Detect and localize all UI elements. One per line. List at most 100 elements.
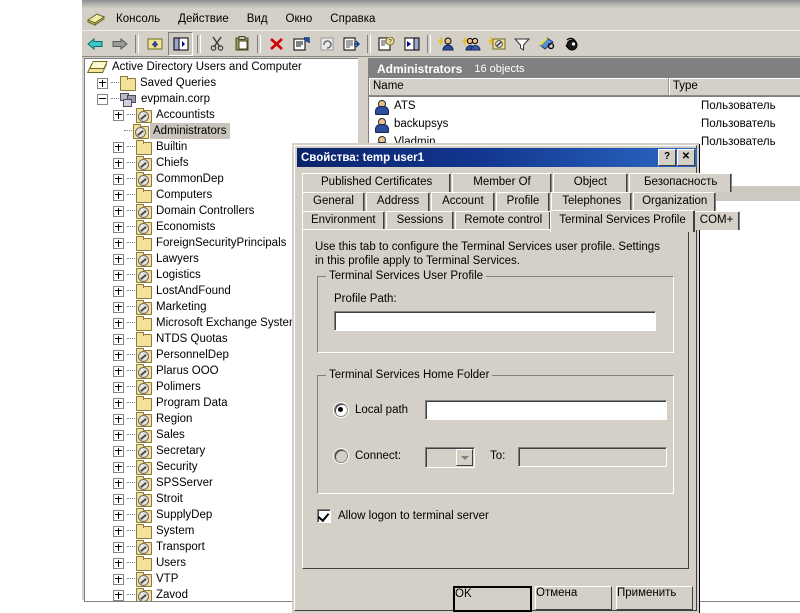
run-icon[interactable] — [400, 33, 423, 55]
expand-icon[interactable] — [113, 350, 124, 361]
expand-icon[interactable] — [113, 366, 124, 377]
table-row[interactable]: backupsysПользователь — [369, 115, 800, 133]
allow-logon-row[interactable]: Allow logon to terminal server — [317, 509, 489, 523]
menu-help[interactable]: Справка — [321, 11, 384, 27]
tab-published-certificates[interactable]: Published Certificates — [302, 173, 451, 192]
expand-icon[interactable] — [113, 382, 124, 393]
expand-icon[interactable] — [113, 158, 124, 169]
table-row[interactable]: ATSПользователь — [369, 97, 800, 115]
collapse-icon[interactable] — [97, 94, 108, 105]
expand-icon[interactable] — [113, 542, 124, 553]
filter-icon[interactable] — [510, 33, 533, 55]
new-group-icon[interactable] — [460, 33, 483, 55]
new-user-icon[interactable] — [435, 33, 458, 55]
expand-icon[interactable] — [113, 462, 124, 473]
menu-action[interactable]: Действие — [169, 11, 238, 27]
menu-window[interactable]: Окно — [277, 11, 322, 27]
column-header-name[interactable]: Name — [369, 78, 669, 96]
chevron-down-icon[interactable] — [456, 449, 473, 466]
expand-icon[interactable] — [97, 78, 108, 89]
connect-radio[interactable] — [334, 449, 348, 463]
expand-icon[interactable] — [113, 334, 124, 345]
delete-icon[interactable] — [265, 33, 288, 55]
column-header-type[interactable]: Type — [669, 78, 800, 96]
expand-icon[interactable] — [113, 174, 124, 185]
expand-icon[interactable] — [113, 526, 124, 537]
tab-account[interactable]: Account — [431, 192, 495, 211]
tree-item-administrators[interactable]: Administrators — [85, 123, 358, 139]
expand-icon[interactable] — [113, 398, 124, 409]
export-list-icon[interactable] — [340, 33, 363, 55]
properties-icon[interactable] — [290, 33, 313, 55]
close-button[interactable]: ✕ — [677, 149, 695, 166]
expand-icon[interactable] — [113, 494, 124, 505]
connect-radio-row[interactable]: Connect: — [334, 449, 401, 463]
local-path-input[interactable] — [425, 400, 667, 420]
local-path-radio[interactable] — [334, 403, 348, 417]
expand-icon[interactable] — [113, 558, 124, 569]
expand-icon[interactable] — [113, 574, 124, 585]
cancel-button[interactable]: Отмена — [535, 586, 612, 610]
expand-icon[interactable] — [113, 446, 124, 457]
expand-icon[interactable] — [113, 190, 124, 201]
paste-icon[interactable] — [230, 33, 253, 55]
expand-icon[interactable] — [113, 302, 124, 313]
expand-icon[interactable] — [113, 206, 124, 217]
show-hide-tree-icon[interactable] — [168, 32, 193, 56]
expand-icon[interactable] — [113, 254, 124, 265]
tab-com-plus[interactable]: COM+ — [693, 211, 741, 230]
tree-connector — [127, 290, 135, 292]
tree-item-label: VTP — [153, 571, 181, 587]
expand-icon[interactable] — [113, 142, 124, 153]
tab-member-of[interactable]: Member Of — [452, 173, 552, 192]
tab-remote-control[interactable]: Remote control — [455, 211, 551, 230]
menu-console[interactable]: Консоль — [107, 11, 169, 27]
expand-icon[interactable] — [113, 270, 124, 281]
saved-query-icon[interactable] — [560, 33, 583, 55]
expand-icon[interactable] — [113, 414, 124, 425]
tab-profile[interactable]: Profile — [496, 192, 551, 211]
tab-sessions[interactable]: Sessions — [386, 211, 455, 230]
tree-item-accountists[interactable]: Accountists — [85, 107, 358, 123]
back-icon[interactable] — [83, 33, 106, 55]
expand-icon[interactable] — [113, 478, 124, 489]
apply-button[interactable]: Применить — [616, 586, 693, 610]
dialog-title-bar[interactable]: Свойства: temp user1 ? ✕ — [297, 148, 697, 167]
ok-button[interactable]: OK — [453, 586, 532, 612]
tree-item-evpmain-corp[interactable]: evpmain.corp — [85, 91, 358, 107]
expand-icon[interactable] — [113, 510, 124, 521]
profile-path-input[interactable] — [334, 311, 656, 331]
tree-root-node[interactable]: Active Directory Users and Computer — [85, 59, 358, 75]
new-ou-icon[interactable] — [485, 33, 508, 55]
expand-icon[interactable] — [113, 318, 124, 329]
up-one-level-icon[interactable] — [143, 33, 166, 55]
expand-icon[interactable] — [113, 590, 124, 601]
refresh-icon[interactable] — [315, 33, 338, 55]
expand-icon[interactable] — [113, 430, 124, 441]
tab-telephones[interactable]: Telephones — [551, 192, 632, 211]
expand-icon[interactable] — [113, 222, 124, 233]
cut-icon[interactable] — [205, 33, 228, 55]
tab-address[interactable]: Address — [366, 192, 430, 211]
tab-terminal-services-profile[interactable]: Terminal Services Profile — [550, 210, 695, 232]
connect-drive-select[interactable] — [425, 447, 475, 468]
find-icon[interactable] — [535, 33, 558, 55]
tab-organization[interactable]: Organization — [633, 192, 716, 211]
menu-view[interactable]: Вид — [238, 11, 277, 27]
expand-icon[interactable] — [113, 110, 124, 121]
expand-icon[interactable] — [113, 286, 124, 297]
local-path-radio-row[interactable]: Local path — [334, 403, 408, 417]
tab-environment[interactable]: Environment — [302, 211, 385, 230]
allow-logon-checkbox[interactable] — [317, 509, 331, 523]
tab-general[interactable]: General — [302, 192, 365, 211]
help-icon[interactable]: ? — [375, 33, 398, 55]
expand-icon[interactable] — [113, 238, 124, 249]
help-button[interactable]: ? — [658, 149, 676, 166]
tab-security[interactable]: Безопасность — [629, 173, 732, 192]
folder-icon — [135, 556, 151, 570]
tab-object[interactable]: Object — [553, 173, 628, 192]
folder-icon — [135, 188, 151, 202]
connect-to-input[interactable] — [518, 447, 667, 467]
forward-icon[interactable] — [108, 33, 131, 55]
tree-item-saved-queries[interactable]: Saved Queries — [85, 75, 358, 91]
